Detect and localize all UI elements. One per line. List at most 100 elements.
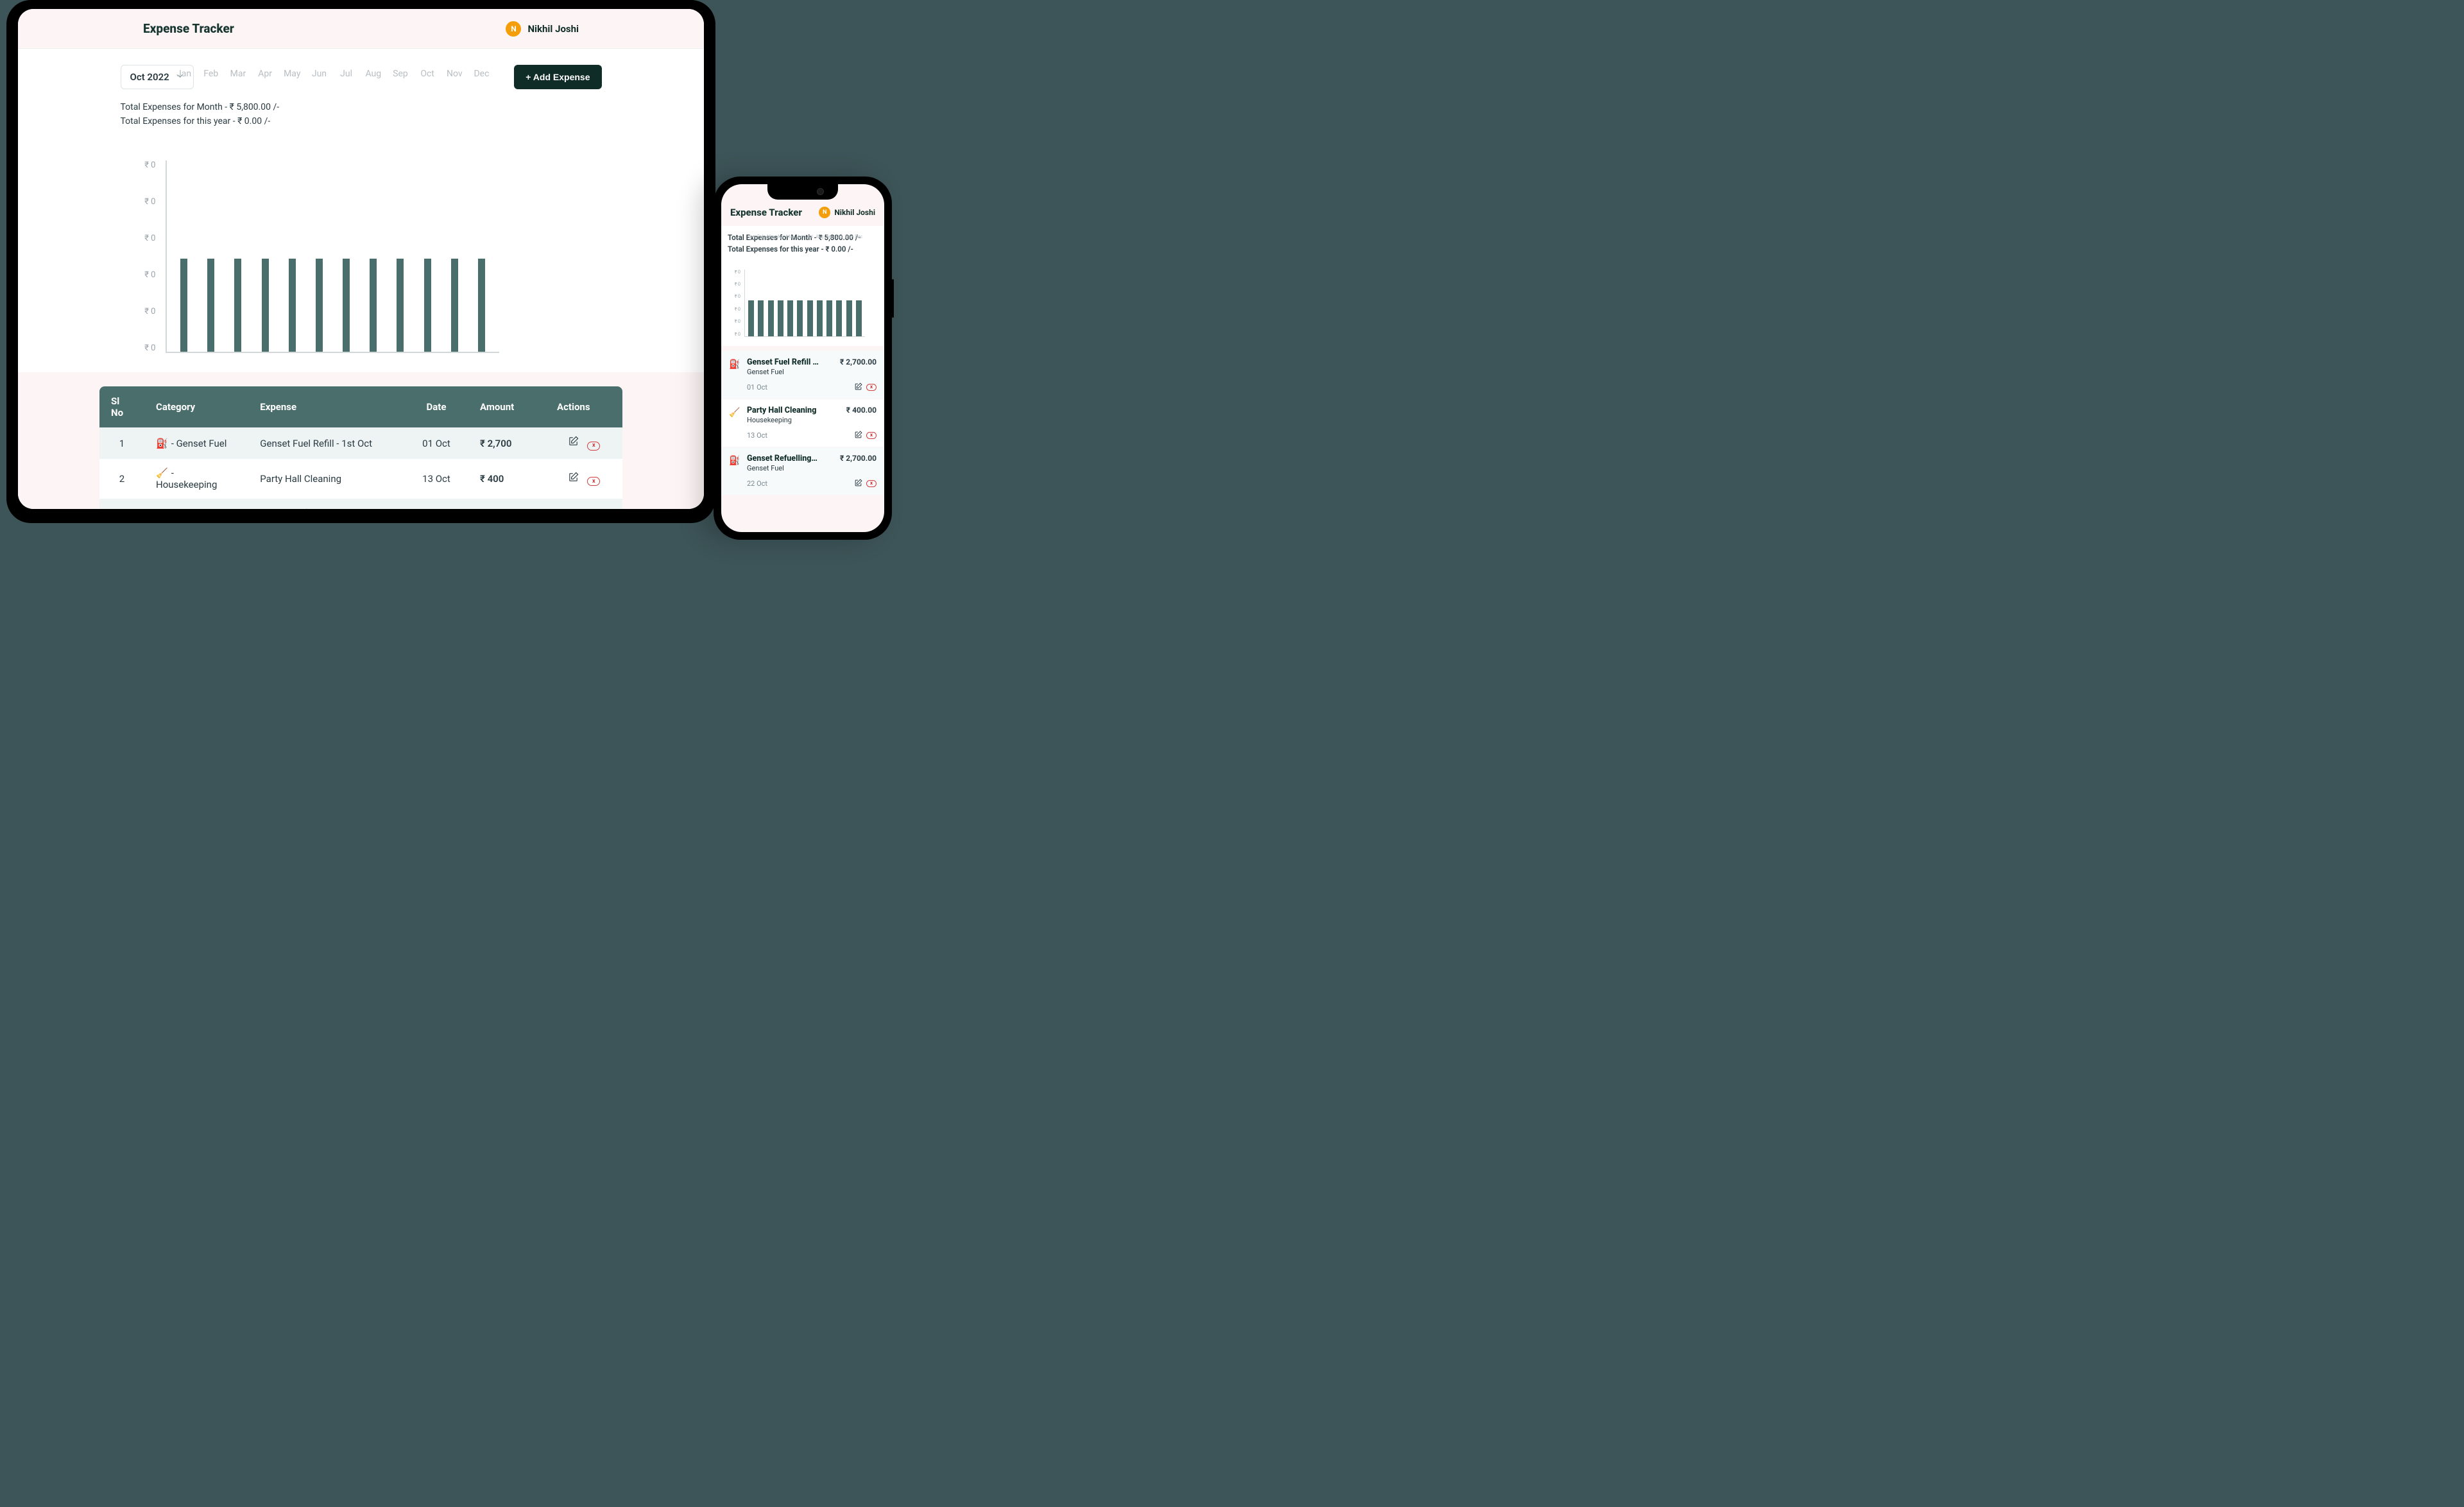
- totals-year: Total Expenses for this year - ₹ 0.00 /-: [121, 115, 602, 129]
- month-selector-label: Oct 2022: [130, 71, 169, 83]
- user-menu[interactable]: N Nikhil Joshi: [506, 21, 579, 37]
- bar: [289, 259, 296, 352]
- chart-plot-area: Jan Feb Mar Apr May Jun Jul Aug Sep Oct …: [166, 160, 499, 353]
- phone-device-frame: Expense Tracker N Nikhil Joshi Total Exp…: [714, 177, 892, 540]
- cell-date: 13 Oct: [404, 459, 468, 499]
- th-amount: Amount: [468, 386, 545, 427]
- edit-icon[interactable]: [854, 429, 862, 442]
- broom-icon: 🧹: [729, 406, 740, 442]
- toolbar: Oct 2022 + Add Expense: [121, 65, 602, 89]
- expense-bar-chart: ₹ 0 ₹ 0 ₹ 0 ₹ 0 ₹ 0 ₹ 0 Jan Feb Mar Apr …: [159, 160, 583, 353]
- y-tick: ₹ 0: [121, 307, 156, 316]
- x-tick: Apr: [258, 69, 272, 79]
- user-name: Nikhil Joshi: [527, 23, 579, 35]
- bar: [846, 300, 852, 336]
- list-item[interactable]: ⛽ Genset Fuel Refill … ₹ 2,700.00 Genset…: [721, 351, 884, 399]
- x-tick: Apr: [777, 234, 784, 239]
- delete-icon[interactable]: x: [587, 477, 600, 486]
- x-tick: Sep: [393, 69, 408, 79]
- expense-list: ⛽ Genset Fuel Refill … ₹ 2,700.00 Genset…: [721, 346, 884, 495]
- bar: [778, 300, 783, 336]
- delete-icon[interactable]: x: [866, 432, 877, 439]
- bar: [826, 300, 832, 336]
- item-date: 13 Oct: [747, 431, 767, 440]
- th-actions: Actions: [545, 386, 622, 427]
- list-item-content: Genset Fuel Refill … ₹ 2,700.00 Genset F…: [747, 357, 877, 393]
- x-tick: Sep: [826, 234, 834, 239]
- expense-bar-chart: ₹ 0 ₹ 0 ₹ 0 ₹ 0 ₹ 0 ₹ 0 Jan Feb Mar Apr …: [742, 270, 877, 337]
- list-item-content: Genset Refuelling… ₹ 2,700.00 Genset Fue…: [747, 454, 877, 490]
- cell-category-text: - Genset Fuel: [169, 438, 227, 449]
- totals-year: Total Expenses for this year - ₹ 0.00 /-: [728, 244, 878, 255]
- app-body: Oct 2022 + Add Expense Total Expenses fo…: [79, 49, 644, 353]
- bar: [797, 300, 803, 336]
- phone-side-button: [712, 306, 714, 333]
- th-expense: Expense: [248, 386, 404, 427]
- item-category: Genset Fuel: [747, 368, 877, 376]
- user-name: Nikhil Joshi: [834, 208, 875, 217]
- bar: [316, 259, 323, 352]
- bar: [207, 259, 214, 352]
- phone-notch: [767, 183, 838, 200]
- bar: [424, 259, 431, 352]
- edit-icon[interactable]: [854, 478, 862, 490]
- item-name: Genset Fuel Refill …: [747, 357, 819, 367]
- broom-icon: 🧹: [156, 467, 166, 479]
- delete-icon[interactable]: x: [866, 480, 877, 487]
- bar: [856, 300, 862, 336]
- table-header-row: Sl No Category Expense Date Amount Actio…: [99, 386, 622, 427]
- list-item[interactable]: ⛽ Genset Refuelling… ₹ 2,700.00 Genset F…: [721, 447, 884, 495]
- x-tick: Nov: [845, 234, 853, 239]
- table-row: 3 ⛽ - Genset Fuel Genset Refuelling - 22…: [99, 499, 622, 509]
- item-name: Party Hall Cleaning: [747, 406, 816, 415]
- th-date: Date: [404, 386, 468, 427]
- phone-side-button: [712, 273, 714, 300]
- item-amount: ₹ 2,700.00: [840, 357, 877, 366]
- bar: [758, 300, 764, 336]
- cell-category: 🧹 - Housekeeping: [144, 459, 248, 499]
- y-tick: ₹ 0: [728, 294, 740, 299]
- x-tick: Jan: [748, 234, 755, 239]
- cell-slno: 3: [99, 499, 144, 509]
- user-menu[interactable]: N Nikhil Joshi: [819, 207, 875, 218]
- x-tick: Dec: [474, 69, 489, 79]
- bar: [234, 259, 241, 352]
- cell-expense: Party Hall Cleaning: [248, 459, 404, 499]
- th-slno: Sl No: [99, 386, 144, 427]
- edit-icon[interactable]: [568, 436, 579, 447]
- list-item-content: Party Hall Cleaning ₹ 400.00 Housekeepin…: [747, 406, 877, 442]
- delete-icon[interactable]: x: [866, 384, 877, 391]
- bar: [262, 259, 269, 352]
- cell-date: 01 Oct: [404, 427, 468, 459]
- cell-category: ⛽ - Genset Fuel: [144, 427, 248, 459]
- cell-amount: ₹ 2,700: [468, 499, 545, 509]
- bar: [370, 259, 377, 352]
- y-tick: ₹ 0: [121, 160, 156, 170]
- x-tick: Mar: [230, 69, 246, 79]
- edit-icon[interactable]: [568, 472, 579, 483]
- bar: [807, 300, 813, 336]
- table-row: 2 🧹 - Housekeeping Party Hall Cleaning 1…: [99, 459, 622, 499]
- app-title: Expense Tracker: [143, 21, 234, 36]
- app-body: Total Expenses for Month - ₹ 5,800.00 /-…: [721, 226, 884, 346]
- phone-side-button: [712, 244, 714, 261]
- add-expense-button[interactable]: + Add Expense: [514, 65, 601, 89]
- bar: [180, 259, 187, 352]
- y-tick: ₹ 0: [121, 270, 156, 280]
- bar: [748, 300, 754, 336]
- cell-amount: ₹ 400: [468, 459, 545, 499]
- cell-amount: ₹ 2,700: [468, 427, 545, 459]
- bar: [817, 300, 823, 336]
- x-tick: Feb: [203, 69, 218, 79]
- y-tick: ₹ 0: [121, 197, 156, 207]
- x-tick: Feb: [757, 234, 764, 239]
- delete-icon[interactable]: x: [587, 442, 600, 451]
- x-tick: May: [284, 69, 300, 79]
- list-item[interactable]: 🧹 Party Hall Cleaning ₹ 400.00 Housekeep…: [721, 399, 884, 447]
- cell-date: 22 Oct: [404, 499, 468, 509]
- cell-expense: Genset Refuelling - 22 Oct 2022: [248, 499, 404, 509]
- y-tick: ₹ 0: [728, 307, 740, 312]
- x-tick: Mar: [767, 234, 774, 239]
- edit-icon[interactable]: [854, 381, 862, 393]
- bar: [768, 300, 774, 336]
